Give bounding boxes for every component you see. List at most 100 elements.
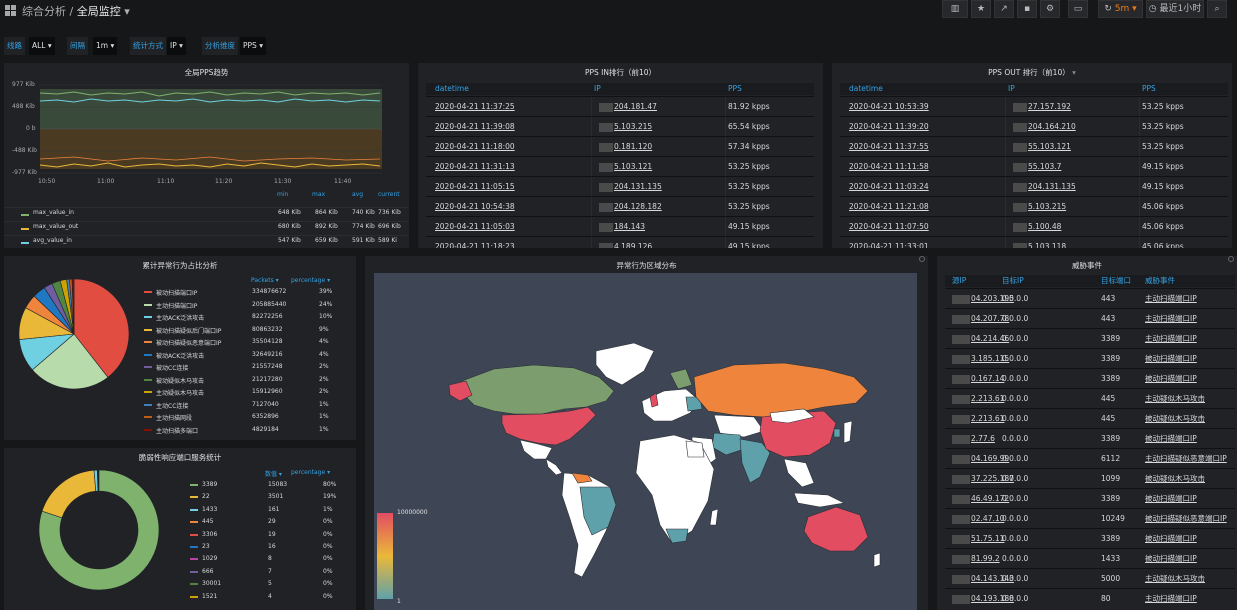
legend-row[interactable]: 主动CC连接 7127040 1% bbox=[144, 400, 344, 411]
ip-text[interactable]: 0.181.120 bbox=[614, 142, 652, 151]
table-row[interactable]: 3.185.115 0.0.0.0 3389 被动扫描端口IP bbox=[945, 348, 1235, 368]
legend-name[interactable]: 23 bbox=[202, 543, 210, 550]
col-event[interactable]: 威胁事件 bbox=[1145, 275, 1175, 287]
table-row[interactable]: 2020-04-21 11:05:03 184.143 49.15 kpps bbox=[426, 216, 814, 236]
settings-button[interactable]: ⚙ bbox=[1040, 0, 1060, 18]
table-row[interactable]: 2020-04-21 11:07:50 5.100.48 45.06 kpps bbox=[840, 216, 1228, 236]
var-select-dim[interactable]: PPS ▾ bbox=[240, 37, 266, 55]
legend-row[interactable]: max_value_in 648 Kib 864 Kib 740 Kib 736 Kib bbox=[4, 207, 409, 219]
legend-name[interactable]: 30001 bbox=[202, 580, 221, 587]
ip-cell[interactable]: 55.103.7 bbox=[1013, 157, 1061, 176]
event-cell[interactable]: 被动疑似木马攻击 bbox=[1145, 469, 1205, 488]
ip-text[interactable]: 5.103.215 bbox=[1028, 202, 1066, 211]
legend-name[interactable]: 3306 bbox=[202, 531, 217, 538]
ip-cell[interactable]: 204.131.135 bbox=[1013, 177, 1076, 196]
legend-name[interactable]: 3389 bbox=[202, 481, 217, 488]
event-cell[interactable]: 主动扫描端口IP bbox=[1145, 589, 1197, 608]
table-row[interactable]: 2020-04-21 11:11:58 55.103.7 49.15 kpps bbox=[840, 156, 1228, 176]
ip-text[interactable]: 5.103.118 bbox=[1028, 242, 1066, 248]
table-row[interactable]: 04.203.195 0.0.0.0 443 主动扫描端口IP bbox=[945, 288, 1235, 308]
event-cell[interactable]: 被动扫描端口IP bbox=[1145, 549, 1197, 568]
datetime-cell[interactable]: 2020-04-21 11:33:01 bbox=[849, 237, 929, 248]
datetime-cell[interactable]: 2020-04-21 10:54:38 bbox=[435, 197, 515, 216]
event-cell[interactable]: 主动扫描疑似恶意端口IP bbox=[1145, 449, 1227, 468]
datetime-cell[interactable]: 2020-04-21 11:37:55 bbox=[849, 137, 929, 156]
col-percentage[interactable]: percentage ▾ bbox=[291, 469, 330, 476]
ip-cell[interactable]: 5.103.215 bbox=[1013, 197, 1066, 216]
table-row[interactable]: 2.213.61 0.0.0.0 445 主动疑似木马攻击 bbox=[945, 388, 1235, 408]
datetime-cell[interactable]: 2020-04-21 11:39:20 bbox=[849, 117, 929, 136]
legend-row[interactable]: 666 7 0% bbox=[190, 567, 350, 578]
table-row[interactable]: 2020-04-21 11:21:08 5.103.215 45.06 kpps bbox=[840, 196, 1228, 216]
table-row[interactable]: 81.99.2 0.0.0.0 1433 被动扫描端口IP bbox=[945, 548, 1235, 568]
ip-text[interactable]: 5.103.121 bbox=[614, 162, 652, 171]
col-ip[interactable]: IP bbox=[594, 83, 601, 95]
legend-row[interactable]: 被动扫描疑似后门端口IP 80863232 9% bbox=[144, 325, 344, 336]
legend-name[interactable]: 主动扫描端口IP bbox=[156, 301, 197, 310]
ip-text[interactable]: 204.181.47 bbox=[614, 102, 657, 111]
time-range-picker[interactable]: ◷ 最近1小时 bbox=[1146, 0, 1204, 18]
src-ip-cell[interactable]: 2.213.61 bbox=[952, 409, 1004, 428]
table-row[interactable]: 04.193.188 0.0.0.0 80 主动扫描端口IP bbox=[945, 588, 1235, 608]
legend-row[interactable]: 30001 5 0% bbox=[190, 579, 350, 590]
event-cell[interactable]: 主动疑似木马攻击 bbox=[1145, 569, 1205, 588]
col-src-ip[interactable]: 源IP bbox=[952, 275, 966, 287]
table-row[interactable]: 2.77.6 0.0.0.0 3389 被动扫描端口IP bbox=[945, 428, 1235, 448]
src-ip-cell[interactable]: 51.75.11 bbox=[952, 529, 1004, 548]
datetime-cell[interactable]: 2020-04-21 10:53:39 bbox=[849, 97, 929, 116]
legend-row[interactable]: 主动疑似木马攻击 15912960 2% bbox=[144, 387, 344, 398]
legend-row[interactable]: 被动ACK泛洪攻击 32649216 4% bbox=[144, 350, 344, 361]
datetime-cell[interactable]: 2020-04-21 11:31:13 bbox=[435, 157, 515, 176]
ip-cell[interactable]: 204.181.47 bbox=[599, 97, 657, 116]
table-row[interactable]: 2020-04-21 10:54:38 204.128.182 53.25 kpps bbox=[426, 196, 814, 216]
ip-text[interactable]: 55.103.7 bbox=[1028, 162, 1061, 171]
legend-row[interactable]: 3306 19 0% bbox=[190, 530, 350, 541]
ip-cell[interactable]: 5.100.48 bbox=[1013, 217, 1061, 236]
var-select-stat[interactable]: IP ▾ bbox=[167, 37, 186, 55]
ip-text[interactable]: 204.131.135 bbox=[614, 182, 662, 191]
share-button[interactable]: ↗ bbox=[994, 0, 1014, 18]
ip-text[interactable]: 2.213.61 bbox=[971, 394, 1004, 403]
ip-text[interactable]: 204.164.210 bbox=[1028, 122, 1076, 131]
ip-text[interactable]: 184.143 bbox=[614, 222, 645, 231]
ip-text[interactable]: 204.131.135 bbox=[1028, 182, 1076, 191]
zoom-out-button[interactable]: ⌕ bbox=[1207, 0, 1227, 18]
event-cell[interactable]: 主动扫描端口IP bbox=[1145, 329, 1197, 348]
chevron-down-icon[interactable]: ▾ bbox=[1072, 68, 1076, 77]
ip-cell[interactable]: 4.189.126 bbox=[599, 237, 652, 248]
legend-name[interactable]: 被动扫描端口IP bbox=[156, 288, 197, 297]
legend-row[interactable]: 主动扫描多端口 4829184 1% bbox=[144, 425, 344, 436]
anomaly-pie-chart[interactable] bbox=[16, 276, 132, 392]
legend-name[interactable]: 被动疑似木马攻击 bbox=[156, 376, 204, 385]
table-row[interactable]: 2020-04-21 11:05:15 204.131.135 53.25 kpps bbox=[426, 176, 814, 196]
var-select-line[interactable]: ALL ▾ bbox=[29, 37, 55, 55]
ip-text[interactable]: 2.213.61 bbox=[971, 414, 1004, 423]
col-datetime[interactable]: datetime bbox=[849, 83, 883, 95]
legend-name[interactable]: 被动扫描疑似恶意端口IP bbox=[156, 338, 221, 347]
src-ip-cell[interactable]: 04.169.99 bbox=[952, 449, 1009, 468]
table-row[interactable]: 2020-04-21 11:39:08 5.103.215 65.54 kpps bbox=[426, 116, 814, 136]
legend-name[interactable]: max_value_in bbox=[33, 209, 74, 216]
legend-name[interactable]: 主动扫描多端口 bbox=[156, 426, 198, 435]
ip-text[interactable]: 81.99.2 bbox=[971, 554, 1000, 563]
tv-mode-button[interactable]: ▭ bbox=[1068, 0, 1088, 18]
ip-cell[interactable]: 55.103.121 bbox=[1013, 137, 1071, 156]
legend-row[interactable]: 3389 15083 80% bbox=[190, 480, 350, 491]
legend-name[interactable]: avg_value_in bbox=[33, 237, 72, 244]
col-dst-ip[interactable]: 目标IP bbox=[1002, 275, 1024, 287]
src-ip-cell[interactable]: 3.185.115 bbox=[952, 349, 1009, 368]
legend-row[interactable]: 23 16 0% bbox=[190, 542, 350, 553]
event-cell[interactable]: 主动扫描端口IP bbox=[1145, 289, 1197, 308]
ip-text[interactable]: 51.75.11 bbox=[971, 534, 1004, 543]
table-row[interactable]: 2020-04-21 11:18:23 4.189.126 49.15 kpps bbox=[426, 236, 814, 248]
save-button[interactable]: ▪ bbox=[1017, 0, 1037, 18]
table-row[interactable]: 04.169.99 0.0.0.0 6112 主动扫描疑似恶意端口IP bbox=[945, 448, 1235, 468]
ip-cell[interactable]: 5.103.118 bbox=[1013, 237, 1066, 248]
ip-cell[interactable]: 184.143 bbox=[599, 217, 645, 236]
legend-name[interactable]: 445 bbox=[202, 518, 213, 525]
datetime-cell[interactable]: 2020-04-21 11:05:15 bbox=[435, 177, 515, 196]
datetime-cell[interactable]: 2020-04-21 11:18:00 bbox=[435, 137, 515, 156]
legend-row[interactable]: 被动扫描端口IP 334876672 39% bbox=[144, 287, 344, 298]
src-ip-cell[interactable]: 04.207.78 bbox=[952, 309, 1009, 328]
legend-name[interactable]: 666 bbox=[202, 568, 213, 575]
